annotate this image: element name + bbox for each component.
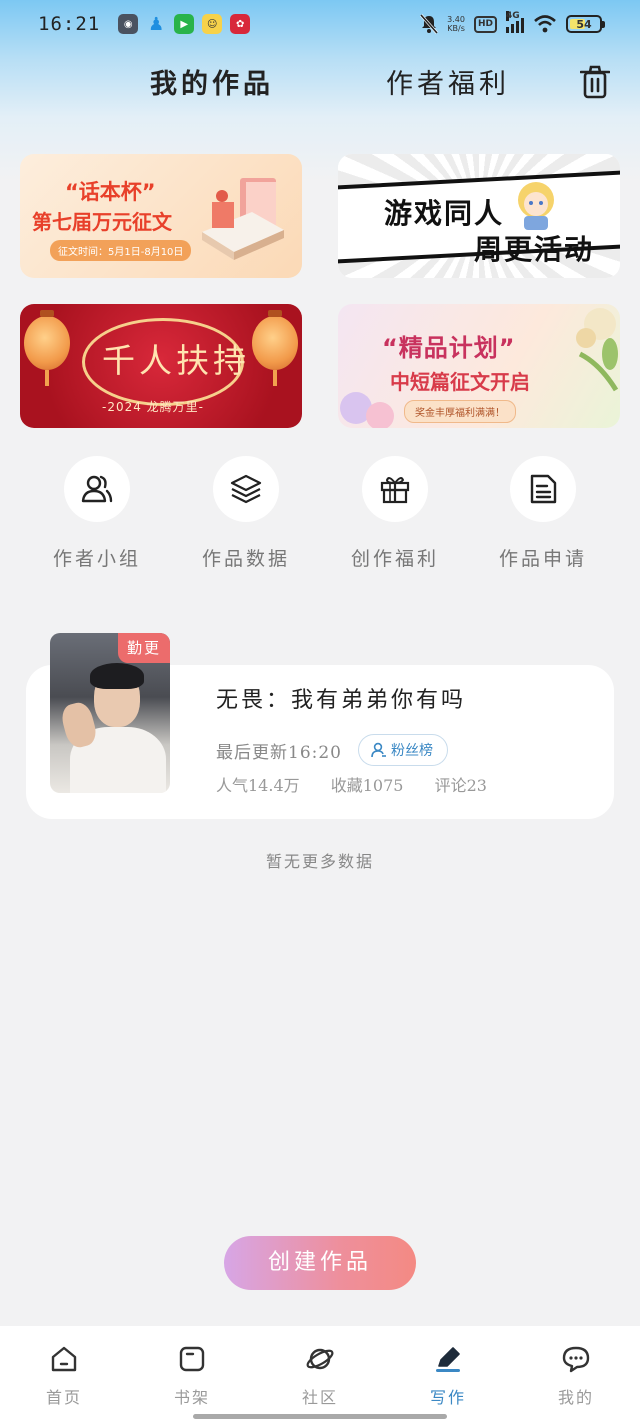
quick-circle bbox=[362, 456, 428, 522]
banner-subtitle: 第七届万元征文 bbox=[32, 210, 172, 234]
create-work-button[interactable]: 创建作品 bbox=[224, 1236, 416, 1290]
header-tabs: 我的作品 作者福利 bbox=[0, 62, 640, 106]
lantern-right-icon bbox=[252, 310, 298, 386]
cartoon-app-icon: ☺ bbox=[202, 14, 223, 34]
quick-creation-benefits[interactable]: 创作福利 bbox=[330, 456, 460, 576]
home-icon bbox=[51, 1346, 77, 1372]
banner-subtitle: 周更活动 bbox=[474, 233, 595, 266]
banner-note: 奖金丰厚福利满满！ bbox=[404, 400, 516, 423]
status-bar: 16:21 ◉ ♟ ▶ ☺ ✿ 3.40 KB/s HD 4G 54 bbox=[0, 0, 640, 48]
qq-icon: ♟ bbox=[148, 13, 165, 35]
status-right: 3.40 KB/s HD 4G 54 bbox=[420, 11, 605, 34]
banner-title: 千人扶持 bbox=[102, 341, 250, 380]
nav-community[interactable]: 社区 bbox=[256, 1344, 384, 1408]
quick-circle bbox=[510, 456, 576, 522]
quick-work-application[interactable]: 作品申请 bbox=[478, 456, 608, 576]
pen-icon bbox=[436, 1347, 460, 1372]
fans-button-label: 粉丝榜 bbox=[391, 743, 433, 759]
quick-label: 作者小组 bbox=[52, 548, 141, 570]
video-app-icon: ▶ bbox=[174, 14, 195, 34]
mute-bell-icon bbox=[420, 14, 439, 34]
cover-figure-hair bbox=[90, 663, 144, 689]
people-icon bbox=[81, 475, 113, 503]
cellular-signal-icon: 4G bbox=[506, 11, 524, 33]
planet-icon bbox=[306, 1348, 334, 1370]
robot-app-icon: ◉ bbox=[118, 14, 139, 34]
last-update-time: 最后更新16:20 bbox=[216, 743, 342, 763]
nav-label: 首页 bbox=[45, 1388, 82, 1407]
nav-label: 写作 bbox=[429, 1388, 466, 1407]
bookshelf-icon bbox=[179, 1346, 205, 1372]
bottom-navigation: 首页 书架 社区 写作 我的 bbox=[0, 1326, 640, 1422]
notification-icons: ◉ ♟ ▶ ☺ ✿ bbox=[118, 13, 251, 35]
diligent-update-badge: 勤更 bbox=[118, 633, 170, 663]
comments-stat: 评论23 bbox=[434, 776, 487, 795]
lantern-left-icon bbox=[24, 310, 70, 386]
banner-title: “话本杯” bbox=[65, 180, 156, 204]
banner-date: 征文时间：5月1日-8月10日 bbox=[50, 240, 192, 261]
home-indicator[interactable] bbox=[193, 1414, 447, 1419]
banner-subtitle: 中短篇征文开启 bbox=[390, 370, 530, 394]
flowers-illustration bbox=[576, 308, 619, 392]
quick-circle bbox=[64, 456, 130, 522]
banner-title: “精品计划” bbox=[382, 334, 516, 362]
popularity-stat: 人气14.4万 bbox=[216, 776, 300, 795]
banner-subtitle: -2024 龙腾万里- bbox=[102, 400, 205, 414]
quick-author-group[interactable]: 作者小组 bbox=[32, 456, 162, 576]
quick-label: 作品申请 bbox=[498, 548, 587, 570]
anime-character-illustration bbox=[518, 182, 554, 230]
nav-label: 社区 bbox=[301, 1388, 338, 1407]
quick-label: 作品数据 bbox=[201, 548, 290, 570]
no-more-data-text: 暂无更多数据 bbox=[265, 852, 374, 871]
wifi-icon bbox=[534, 15, 556, 33]
document-icon bbox=[530, 474, 557, 504]
trash-icon[interactable] bbox=[580, 64, 610, 100]
nav-home[interactable]: 首页 bbox=[0, 1344, 128, 1408]
gift-icon bbox=[380, 477, 410, 504]
banner-huaben-contest[interactable]: “话本杯” 第七届万元征文 征文时间：5月1日-8月10日 bbox=[20, 154, 302, 278]
nav-label: 书架 bbox=[173, 1388, 210, 1407]
work-stats: 人气14.4万 收藏1075 评论23 bbox=[216, 772, 513, 796]
hd-badge: HD bbox=[473, 15, 497, 33]
work-title[interactable]: 无畏：我有弟弟你有吗 bbox=[216, 682, 466, 714]
banner-game-fanfic[interactable]: 游戏同人 周更活动 bbox=[338, 154, 620, 278]
battery-icon: 54 bbox=[566, 15, 605, 33]
nav-bookshelf[interactable]: 书架 bbox=[128, 1344, 256, 1408]
user-icon bbox=[371, 742, 386, 758]
red-app-icon: ✿ bbox=[230, 14, 251, 34]
layers-icon bbox=[230, 474, 262, 504]
balloons-illustration bbox=[340, 392, 394, 428]
books-illustration bbox=[202, 178, 284, 260]
nav-label: 我的 bbox=[557, 1388, 594, 1407]
banner-title: 游戏同人 bbox=[384, 197, 505, 230]
banner-premium-plan[interactable]: “精品计划” 中短篇征文开启 奖金丰厚福利满满！ bbox=[338, 304, 620, 428]
fans-ranking-button[interactable]: 粉丝榜 bbox=[358, 734, 448, 766]
quick-work-data[interactable]: 作品数据 bbox=[181, 456, 311, 576]
tab-author-benefits[interactable]: 作者福利 bbox=[386, 62, 510, 101]
quick-circle bbox=[213, 456, 279, 522]
favorites-stat: 收藏1075 bbox=[330, 776, 404, 795]
nav-writing[interactable]: 写作 bbox=[384, 1344, 512, 1408]
net-speed: 3.40 KB/s bbox=[447, 15, 465, 33]
chat-icon bbox=[562, 1346, 590, 1373]
quick-label: 创作福利 bbox=[350, 548, 439, 570]
tab-my-works[interactable]: 我的作品 bbox=[150, 62, 274, 101]
status-time: 16:21 bbox=[38, 13, 101, 35]
nav-mine[interactable]: 我的 bbox=[512, 1344, 640, 1408]
banner-thousand-support[interactable]: 千人扶持 -2024 龙腾万里- bbox=[20, 304, 302, 428]
